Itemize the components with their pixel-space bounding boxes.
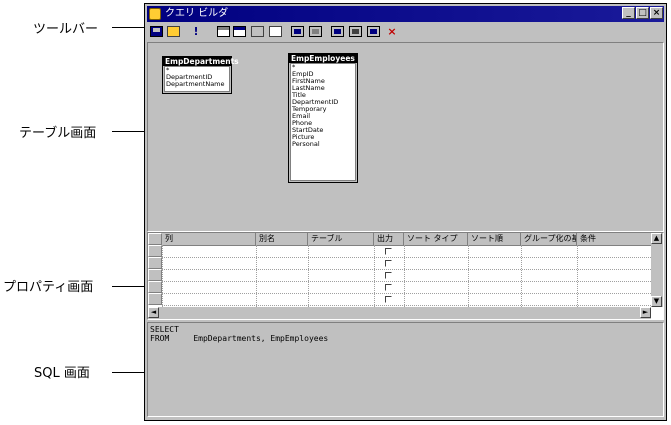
sql-select-line: SELECT: [150, 325, 179, 334]
output-checkbox[interactable]: [385, 248, 392, 255]
grid-vertical-scrollbar[interactable]: ▲ ▼: [651, 233, 663, 307]
show-sql-pane-icon[interactable]: [331, 26, 344, 37]
close-button[interactable]: ×: [650, 7, 663, 19]
output-checkbox[interactable]: [385, 284, 392, 291]
sql-from-line: FROM EmpDepartments, EmpEmployees: [150, 334, 329, 343]
grid-column-line: [404, 245, 405, 307]
column-header[interactable]: 別名: [256, 233, 308, 245]
save-icon[interactable]: [150, 26, 163, 37]
table-box-empemployees[interactable]: EmpEmployees * EmpID FirstName LastName …: [288, 53, 358, 183]
property-pane-callout: プロパティ画面: [3, 280, 94, 295]
grid-column-line: [308, 245, 309, 307]
table-pane[interactable]: EmpDepartments * DepartmentID Department…: [147, 42, 664, 232]
table-box-title[interactable]: EmpDepartments: [163, 57, 239, 66]
properties-icon[interactable]: [167, 26, 180, 37]
field-list: * EmpID FirstName LastName Title Departm…: [290, 63, 356, 181]
table-row[interactable]: [162, 305, 651, 306]
field-item[interactable]: Personal: [291, 141, 355, 148]
scroll-down-button[interactable]: ▼: [651, 296, 662, 307]
field-item[interactable]: DepartmentName: [165, 81, 229, 88]
row-selector[interactable]: [148, 293, 162, 305]
delete-icon[interactable]: ×: [387, 24, 397, 39]
maximize-button[interactable]: □: [636, 7, 649, 19]
column-header[interactable]: テーブル: [308, 233, 374, 245]
run-query-icon[interactable]: !: [191, 24, 201, 39]
output-checkbox[interactable]: [385, 272, 392, 279]
query-builder-window: クエリ ビルダ _ □ × ! × EmpDepartments * Depar…: [144, 3, 667, 421]
column-header[interactable]: 列: [162, 233, 256, 245]
column-header[interactable]: ソート タイプ: [404, 233, 468, 245]
sql-pane-callout: SQL 画面: [34, 366, 90, 381]
property-pane-leader: [112, 286, 146, 287]
table-box-empdepartments[interactable]: EmpDepartments * DepartmentID Department…: [162, 56, 239, 94]
grid-column-line: [162, 245, 163, 307]
scroll-left-button[interactable]: ◄: [148, 307, 159, 318]
grid-horizontal-scrollbar[interactable]: ◄ ►: [148, 307, 651, 319]
column-header[interactable]: グループ化の基: [521, 233, 577, 245]
sql-pane[interactable]: SELECT FROM EmpDepartments, EmpEmployees: [147, 322, 664, 417]
row-selector[interactable]: [148, 245, 162, 257]
row-selector[interactable]: [148, 269, 162, 281]
table-row[interactable]: [162, 257, 651, 258]
row-selector[interactable]: [148, 257, 162, 269]
add-table-icon[interactable]: [217, 26, 230, 37]
window-title: クエリ ビルダ: [165, 8, 229, 19]
grid-column-line: [577, 245, 578, 307]
delete-join-icon[interactable]: [269, 26, 282, 37]
property-grid[interactable]: 列 別名 テーブル 出力 ソート タイプ ソート順 グループ化の基 条件 ▲ ▼…: [147, 232, 664, 320]
show-results-pane-icon[interactable]: [349, 26, 362, 37]
grid-column-line: [468, 245, 469, 307]
app-icon: [149, 8, 161, 20]
column-header[interactable]: ソート順: [468, 233, 521, 245]
title-bar[interactable]: クエリ ビルダ _ □ ×: [147, 6, 664, 22]
show-table-pane-icon[interactable]: [291, 26, 304, 37]
scroll-right-button[interactable]: ►: [640, 307, 651, 318]
output-checkbox[interactable]: [385, 296, 392, 303]
column-header[interactable]: 条件: [577, 233, 653, 245]
grid-header: 列 別名 テーブル 出力 ソート タイプ ソート順 グループ化の基 条件: [148, 233, 651, 246]
toolbar-leader: [112, 27, 146, 28]
table-box-title[interactable]: EmpEmployees: [289, 54, 357, 63]
join-icon[interactable]: [251, 26, 264, 37]
table-row[interactable]: [162, 281, 651, 282]
row-selector[interactable]: [148, 281, 162, 293]
grid-column-line: [256, 245, 257, 307]
column-header[interactable]: 出力: [374, 233, 404, 245]
table-row[interactable]: [162, 269, 651, 270]
table-row[interactable]: [162, 293, 651, 294]
output-checkbox[interactable]: [385, 260, 392, 267]
grid-corner[interactable]: [148, 233, 162, 245]
clear-all-icon[interactable]: [367, 26, 380, 37]
remove-table-icon[interactable]: [233, 26, 246, 37]
toolbar: ! ×: [147, 23, 664, 41]
table-pane-callout: テーブル画面: [19, 126, 97, 141]
toolbar-callout: ツールバー: [33, 22, 99, 37]
sql-pane-leader: [112, 372, 146, 373]
grid-column-line: [521, 245, 522, 307]
field-list: * DepartmentID DepartmentName: [164, 66, 230, 92]
show-grid-pane-icon[interactable]: [309, 26, 322, 37]
grid-column-line: [374, 245, 375, 307]
minimize-button[interactable]: _: [622, 7, 635, 19]
scroll-up-button[interactable]: ▲: [651, 233, 662, 244]
